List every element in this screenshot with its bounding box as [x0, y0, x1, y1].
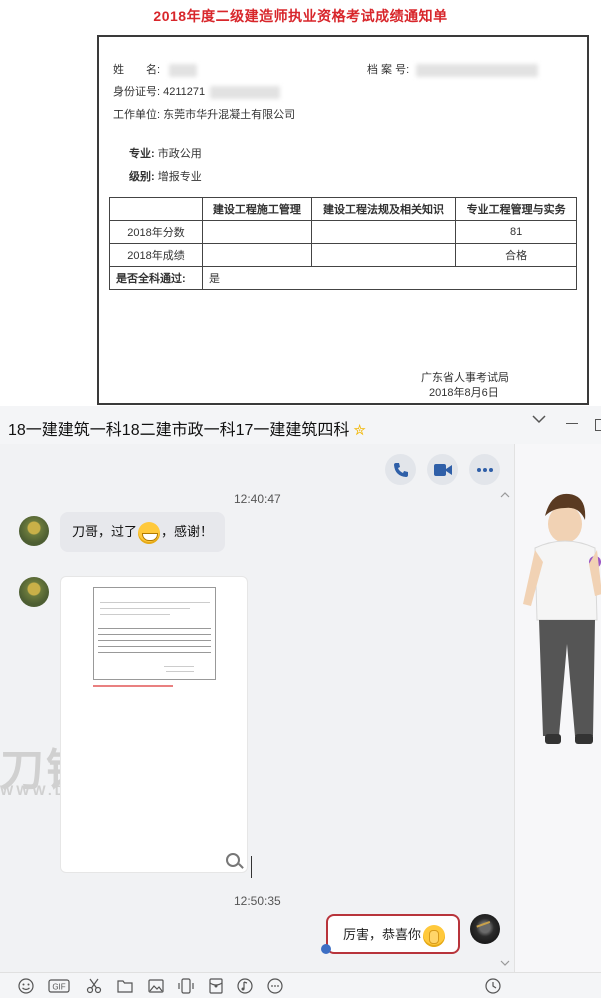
- level-row: 级别: 增报专业: [129, 168, 202, 184]
- major-label: 专业:: [129, 148, 155, 160]
- table-header-regulations: 建设工程法规及相关知识: [310, 197, 457, 221]
- message-timestamp: 12:50:35: [234, 894, 281, 908]
- result-value: 合格: [455, 243, 577, 267]
- table-header-construction-mgmt: 建设工程施工管理: [202, 197, 312, 221]
- star-icon[interactable]: ✮: [353, 422, 366, 439]
- video-icon[interactable]: [427, 454, 458, 485]
- score-notice-image: 2018年度二级建造师执业资格考试成绩通知单 姓 名: 档 案 号: 身份证号:…: [0, 0, 601, 406]
- character-show-panel: [514, 444, 601, 972]
- music-icon[interactable]: [237, 978, 253, 994]
- employer-label: 工作单位:: [113, 109, 161, 121]
- scissors-icon[interactable]: [86, 978, 102, 994]
- chat-window: 18一建建筑一科18二建市政一科17一建建筑四科 ✮ 刀锋 WWW.DF 12:4…: [0, 406, 601, 998]
- archive-row: 档 案 号:: [367, 61, 539, 77]
- major-row: 专业: 市政公用: [129, 145, 202, 161]
- table-row: 是否全科通过: 是: [109, 266, 577, 290]
- sender-avatar[interactable]: [19, 516, 49, 546]
- employer-value: 东莞市华升混凝土有限公司: [163, 109, 296, 121]
- collapse-icon[interactable]: [500, 492, 510, 498]
- row-label: 2018年分数: [109, 220, 203, 244]
- id-value: 4211271: [163, 86, 206, 98]
- score-value: 81: [455, 220, 577, 244]
- table-header-blank: [109, 197, 203, 221]
- message-timestamp: 12:40:47: [234, 492, 281, 506]
- screen-icon[interactable]: [178, 978, 194, 994]
- text-cursor: [251, 856, 252, 878]
- table-cell: [310, 243, 457, 267]
- image-message[interactable]: [60, 576, 248, 873]
- id-row: 身份证号: 4211271: [113, 83, 281, 99]
- status-badge: [321, 944, 331, 954]
- grin-emoji-icon: [138, 521, 161, 544]
- my-avatar[interactable]: [470, 914, 500, 944]
- major-value: 市政公用: [157, 148, 202, 160]
- chat-title: 18一建建筑一科18二建市政一科17一建建筑四科 ✮: [8, 416, 366, 440]
- archive-label: 档 案 号:: [367, 64, 410, 76]
- outgoing-message-bubble[interactable]: 厉害，恭喜你: [326, 914, 460, 954]
- title-bar: 18一建建筑一科18二建市政一科17一建建筑四科 ✮: [0, 406, 601, 445]
- table-cell: [202, 220, 312, 244]
- table-header-practice: 专业工程管理与实务: [455, 197, 577, 221]
- zoom-icon[interactable]: [226, 853, 240, 867]
- pass-value: 是: [202, 266, 577, 290]
- table-cell: [202, 243, 312, 267]
- sender-avatar[interactable]: [19, 577, 49, 607]
- notice-frame: 姓 名: 档 案 号: 身份证号: 4211271 工作单位: 东莞市华升混凝土…: [97, 35, 589, 405]
- chat-title-text: 18一建建筑一科18二建市政一科17一建建筑四科: [8, 422, 350, 439]
- incoming-message-bubble[interactable]: 刀哥，过了 ，感谢！: [60, 512, 226, 552]
- phone-icon[interactable]: [385, 454, 416, 485]
- input-toolbar: GIF: [0, 972, 601, 998]
- message-text: 厉害，恭喜你: [343, 927, 422, 942]
- employer-row: 工作单位: 东莞市华升混凝土有限公司: [113, 106, 295, 122]
- image-red-note: [93, 685, 173, 687]
- issue-date: 2018年8月6日: [429, 387, 499, 399]
- score-table: 建设工程施工管理 建设工程法规及相关知识 专业工程管理与实务 2018年分数 8…: [109, 197, 577, 290]
- table-cell: [310, 220, 457, 244]
- minimize-icon[interactable]: [566, 423, 578, 424]
- emoji-icon[interactable]: [18, 978, 34, 994]
- pray-emoji-icon: [423, 924, 446, 947]
- pass-label: 是否全科通过:: [109, 266, 203, 290]
- name-label: 姓 名:: [113, 64, 161, 76]
- image-thumbnail: [93, 587, 216, 680]
- gif-icon[interactable]: GIF: [48, 978, 70, 994]
- image-icon[interactable]: [148, 978, 164, 994]
- redpacket-icon[interactable]: [208, 978, 224, 994]
- message-text: 刀哥，过了: [72, 524, 138, 539]
- svg-text:GIF: GIF: [52, 983, 65, 992]
- archive-redacted: [416, 63, 539, 77]
- more-icon[interactable]: [469, 454, 500, 485]
- id-label: 身份证号:: [113, 86, 161, 98]
- avatar-character-icon: [523, 493, 601, 744]
- issuer: 广东省人事考试局: [421, 372, 509, 384]
- expand-icon[interactable]: [500, 960, 510, 966]
- history-icon[interactable]: [485, 978, 501, 994]
- chat-more-icon[interactable]: [267, 978, 283, 994]
- maximize-icon[interactable]: [595, 419, 601, 431]
- table-row: 2018年分数 81: [109, 220, 577, 244]
- level-value: 增报专业: [157, 171, 202, 183]
- name-row: 姓 名:: [113, 61, 198, 77]
- row-label: 2018年成绩: [109, 243, 203, 267]
- message-text: ，感谢！: [161, 524, 214, 539]
- message-area[interactable]: 刀锋 WWW.DF 12:40:47 刀哥，过了 ，感谢！ 12:50:35 厉…: [0, 444, 514, 972]
- score-table-header: 建设工程施工管理 建设工程法规及相关知识 专业工程管理与实务: [109, 197, 577, 221]
- name-redacted: [169, 63, 198, 77]
- notice-title: 2018年度二级建造师执业资格考试成绩通知单: [153, 8, 448, 24]
- level-label: 级别:: [129, 171, 155, 183]
- chevron-down-icon[interactable]: [532, 414, 546, 424]
- id-redacted: [210, 85, 281, 99]
- folder-icon[interactable]: [117, 978, 133, 994]
- table-row: 2018年成绩 合格: [109, 243, 577, 267]
